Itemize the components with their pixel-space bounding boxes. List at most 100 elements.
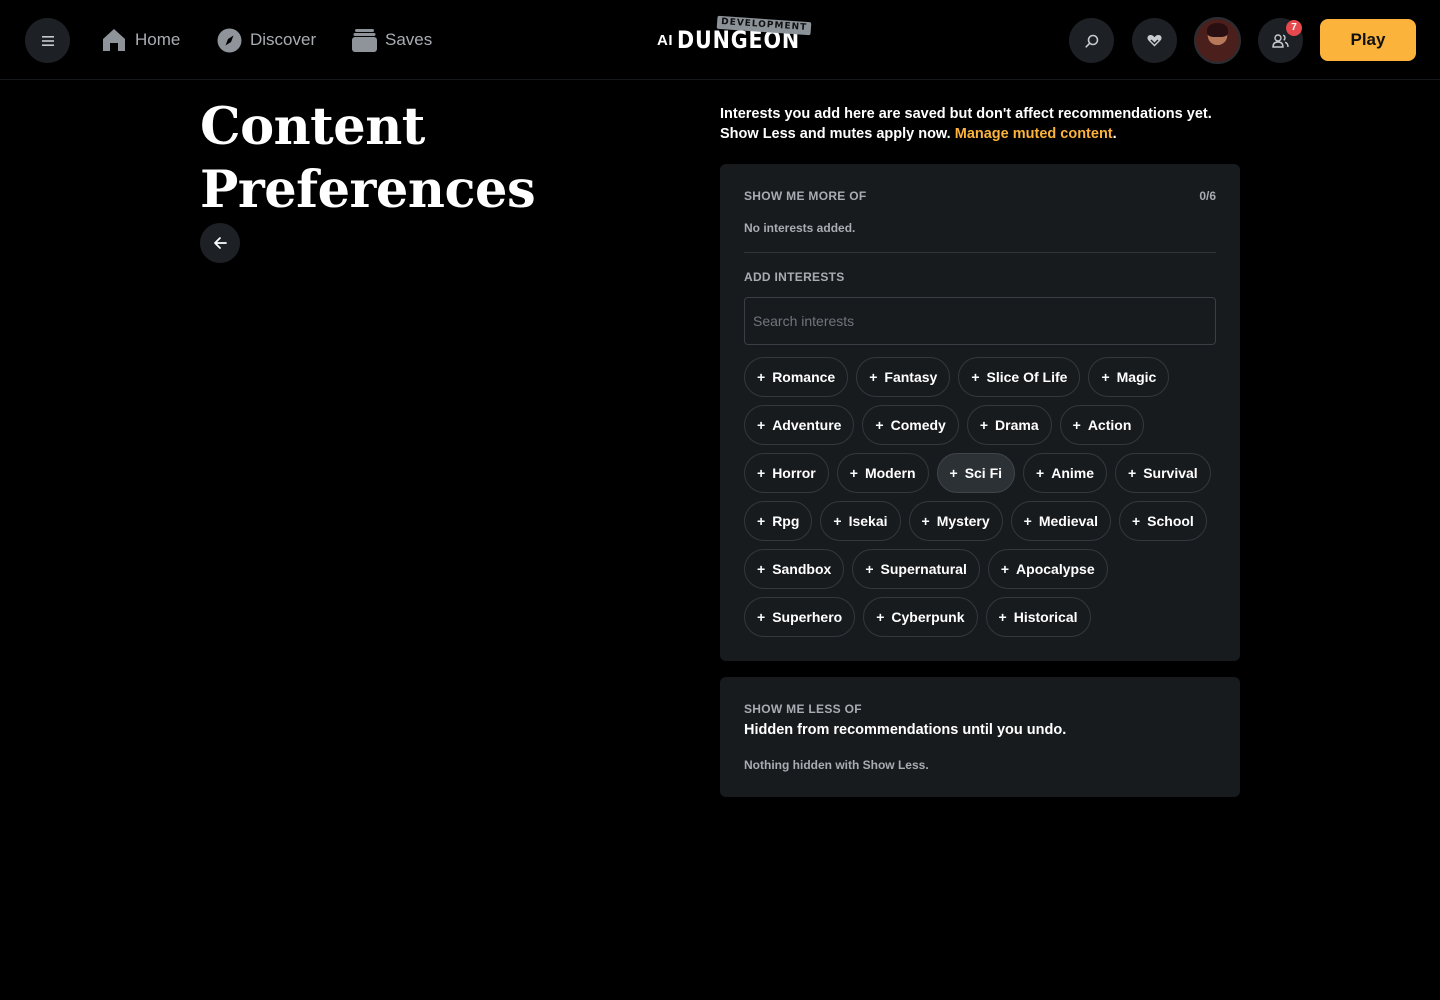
interest-chip-isekai[interactable]: + Isekai [820, 501, 901, 541]
plus-icon: + [1023, 513, 1032, 529]
saves-stack-icon [352, 29, 377, 52]
interest-chip-label: Mystery [936, 513, 990, 529]
interest-chip-label: Medieval [1038, 513, 1098, 529]
interest-chip-label: Superhero [772, 609, 843, 625]
interest-chip-anime[interactable]: + Anime [1023, 453, 1108, 493]
interest-chip-label: Sandbox [772, 561, 832, 577]
interest-chip-school[interactable]: + School [1118, 501, 1207, 541]
back-button[interactable] [200, 223, 240, 263]
interest-chip-magic[interactable]: + Magic [1088, 357, 1170, 397]
show-less-heading: Hidden from recommendations until you un… [744, 722, 1067, 738]
interest-chip-label: Isekai [848, 513, 888, 529]
ai-dungeon-logo[interactable]: AI DUNGEON DEVELOPMENT [656, 15, 812, 62]
interest-chip-drama[interactable]: + Drama [966, 405, 1052, 445]
nav-home[interactable]: Home [101, 24, 180, 56]
interest-chip-label: Slice Of Life [986, 369, 1068, 385]
search-button[interactable] [1069, 18, 1114, 63]
interest-chip-romance[interactable]: + Romance [744, 357, 849, 397]
interest-chip-label: Magic [1116, 369, 1157, 385]
plus-icon: + [1101, 369, 1110, 385]
interest-chip-label: School [1147, 513, 1194, 529]
plus-icon: + [1072, 417, 1081, 433]
interest-chip-label: Horror [772, 465, 816, 481]
plus-icon: + [757, 417, 766, 433]
interest-chip-modern[interactable]: + Modern [836, 453, 929, 493]
interest-chip-slice-of-life[interactable]: + Slice Of Life [958, 357, 1081, 397]
search-interests-input[interactable] [744, 297, 1216, 345]
interest-chip-label: Fantasy [884, 369, 938, 385]
plus-icon: + [757, 561, 766, 577]
interest-chip-comedy[interactable]: + Comedy [862, 405, 959, 445]
chip-row: + Horror + Modern + Sci Fi + Anime + Survival [744, 453, 1224, 493]
interest-chip-label: Cyberpunk [891, 609, 965, 625]
play-button[interactable]: Play [1320, 19, 1416, 61]
plus-icon: + [849, 465, 858, 481]
interest-chip-label: Sci Fi [964, 465, 1003, 481]
interest-chip-sandbox[interactable]: + Sandbox [744, 549, 845, 589]
interest-chip-rpg[interactable]: + Rpg [744, 501, 813, 541]
nav-discover[interactable]: Discover [217, 24, 316, 56]
interest-chip-cyberpunk[interactable]: + Cyberpunk [863, 597, 978, 637]
interest-chip-survival[interactable]: + Survival [1115, 453, 1211, 493]
interest-chip-medieval[interactable]: + Medieval [1010, 501, 1111, 541]
favorites-button[interactable] [1132, 18, 1177, 63]
chip-row: + Sandbox + Supernatural + Apocalypse [744, 549, 1224, 589]
plus-icon: + [757, 465, 766, 481]
plus-icon: + [833, 513, 842, 529]
plus-icon: + [865, 561, 874, 577]
show-more-label: SHOW ME MORE OF [744, 189, 867, 203]
nav-saves[interactable]: Saves [352, 24, 432, 56]
plus-icon: + [1131, 513, 1141, 529]
chip-row: + Romance + Fantasy + Slice Of Life + Magic [744, 357, 1224, 397]
plus-icon: + [869, 369, 878, 385]
interest-chip-label: Rpg [772, 513, 800, 529]
user-avatar[interactable] [1194, 17, 1241, 64]
interest-chip-label: Apocalypse [1016, 561, 1095, 577]
manage-muted-link[interactable]: Manage muted content [955, 126, 1113, 142]
no-interests-text: No interests added. [744, 221, 856, 235]
add-interests-label: ADD INTERESTS [744, 270, 845, 284]
interest-chip-supernatural[interactable]: + Supernatural [852, 549, 980, 589]
interest-chip-label: Modern [864, 465, 916, 481]
plus-icon: + [921, 513, 930, 529]
interest-chip-historical[interactable]: + Historical [985, 597, 1091, 637]
interest-chip-label: Comedy [890, 417, 946, 433]
search-icon [1084, 34, 1098, 48]
intro-end: . [1112, 126, 1117, 142]
plus-icon: + [757, 369, 766, 385]
divider [744, 252, 1216, 253]
interest-chip-label: Survival [1143, 465, 1198, 481]
interest-chip-apocalypse[interactable]: + Apocalypse [987, 549, 1108, 589]
plus-icon: + [949, 465, 958, 481]
nav-home-label: Home [135, 30, 181, 49]
interest-chip-mystery[interactable]: + Mystery [908, 501, 1003, 541]
interest-chip-label: Supernatural [880, 561, 967, 577]
chip-row: + Superhero + Cyberpunk + Historical [744, 597, 1224, 637]
show-more-card: SHOW ME MORE OF 0/6 No interests added. … [720, 164, 1240, 661]
interest-chip-action[interactable]: + Action [1059, 405, 1145, 445]
interest-chip-label: Drama [995, 417, 1039, 433]
chip-row: + Adventure + Comedy + Drama + Action [744, 405, 1224, 445]
interest-chip-label: Action [1087, 417, 1132, 433]
plus-icon: + [998, 609, 1007, 625]
interest-chip-adventure[interactable]: + Adventure [744, 405, 855, 445]
interest-count: 0/6 [1199, 189, 1216, 203]
plus-icon: + [979, 417, 989, 433]
menu-button[interactable] [25, 18, 70, 63]
notification-badge: 7 [1286, 20, 1302, 36]
interest-chip-label: Historical [1013, 609, 1078, 625]
show-less-card: SHOW ME LESS OF Hidden from recommendati… [720, 677, 1240, 797]
interest-chips: + Romance + Fantasy + Slice Of Life + Magic + Adv… [744, 357, 1224, 645]
plus-icon: + [875, 417, 884, 433]
interest-chip-fantasy[interactable]: + Fantasy [856, 357, 951, 397]
interest-chip-superhero[interactable]: + Superhero [744, 597, 856, 637]
plus-icon: + [1036, 465, 1045, 481]
intro-text: Interests you add here are saved but don… [720, 104, 1240, 144]
interest-chip-sci-fi[interactable]: + Sci Fi [936, 453, 1016, 493]
interest-chip-horror[interactable]: + Horror [744, 453, 829, 493]
logo-ai-text: AI [657, 32, 673, 49]
compass-icon [217, 28, 242, 52]
friends-icon [1272, 33, 1289, 48]
plus-icon: + [876, 609, 885, 625]
nothing-hidden-text: Nothing hidden with Show Less. [744, 758, 929, 772]
